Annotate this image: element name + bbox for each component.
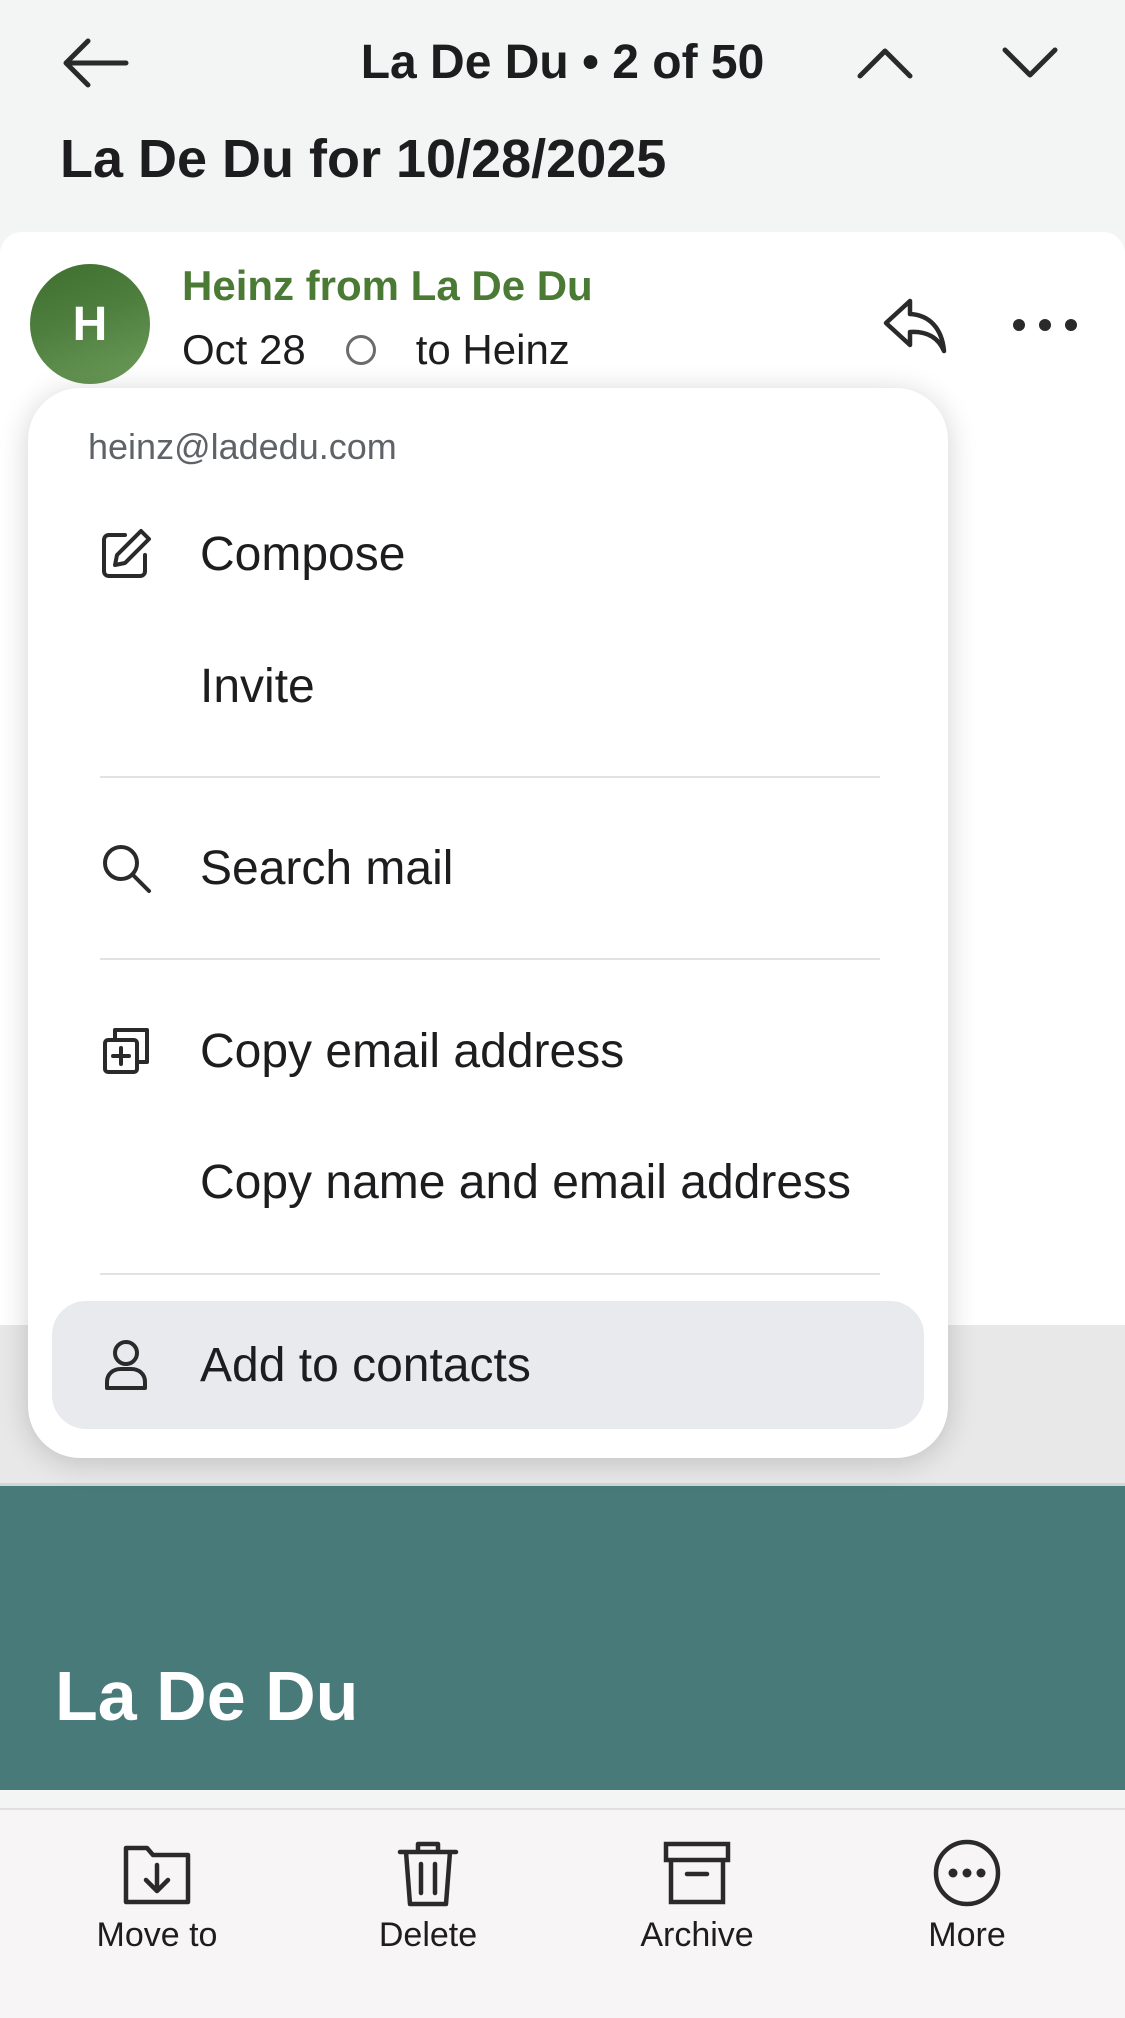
sender-context-menu: heinz@ladedu.com Compose Invite Search m…: [28, 388, 948, 1458]
menu-item-add-to-contacts[interactable]: Add to contacts: [52, 1301, 924, 1429]
copy-icon: [103, 1028, 149, 1074]
message-recipient[interactable]: to Heinz: [416, 326, 570, 374]
menu-divider: [100, 776, 880, 778]
delete-label: Delete: [378, 1916, 478, 1954]
banner-title: La De Du: [55, 1657, 359, 1735]
chevron-up-icon: [857, 48, 913, 79]
menu-item-search-mail[interactable]: Search mail: [52, 804, 924, 932]
more-label: More: [928, 1916, 1006, 1954]
next-message-button[interactable]: [990, 28, 1070, 98]
menu-divider: [100, 958, 880, 960]
bottom-toolbar: Move to Delete Archive More: [0, 1808, 1125, 2018]
avatar-initial: H: [72, 297, 108, 351]
move-to-folder-icon: [123, 1845, 191, 1905]
search-mail-label: Search mail: [200, 841, 454, 895]
reply-icon: [883, 298, 947, 354]
move-to-button[interactable]: Move to: [57, 1838, 257, 1998]
compose-icon-wrap: [52, 527, 200, 581]
delete-button[interactable]: Delete: [328, 1838, 528, 1998]
person-icon-wrap: [52, 1338, 200, 1392]
menu-item-copy-name-email[interactable]: Copy name and email address: [52, 1118, 924, 1246]
archive-label: Archive: [640, 1916, 754, 1954]
menu-item-compose[interactable]: Compose: [52, 490, 924, 618]
more-circle-icon: [933, 1839, 1001, 1907]
chevron-down-icon: [1002, 47, 1058, 78]
copy-email-label: Copy email address: [200, 1024, 625, 1078]
move-to-label: Move to: [96, 1916, 218, 1954]
reply-button[interactable]: [870, 285, 960, 365]
invite-label: Invite: [200, 659, 315, 713]
more-horizontal-icon: [1013, 319, 1077, 331]
sender-email-address: heinz@ladedu.com: [88, 426, 397, 467]
compose-icon: [102, 529, 151, 578]
copy-icon-wrap: [52, 1024, 200, 1078]
archive-box-icon: [663, 1841, 731, 1905]
email-view: La De Du • 2 of 50 La De Du for 10/28/20…: [0, 0, 1125, 2018]
person-icon: [105, 1340, 147, 1390]
thread-position-title: La De Du • 2 of 50: [360, 36, 765, 89]
archive-button[interactable]: Archive: [597, 1838, 797, 1998]
search-icon: [103, 845, 151, 893]
more-button[interactable]: More: [867, 1838, 1067, 1998]
menu-item-copy-email[interactable]: Copy email address: [52, 987, 924, 1115]
add-to-contacts-label: Add to contacts: [200, 1338, 531, 1392]
trash-icon: [397, 1841, 459, 1907]
previous-message-button[interactable]: [845, 28, 925, 98]
search-icon-wrap: [52, 841, 200, 895]
message-date: Oct 28: [182, 326, 306, 373]
compose-label: Compose: [200, 527, 406, 581]
status-circle-icon: [345, 335, 376, 365]
menu-item-invite[interactable]: Invite: [52, 622, 924, 750]
copy-name-email-label: Copy name and email address: [200, 1155, 852, 1209]
newsletter-banner: La De Du: [0, 1483, 1125, 1790]
message-more-button[interactable]: [1000, 285, 1090, 365]
menu-divider: [100, 1273, 880, 1275]
top-nav: La De Du • 2 of 50: [0, 0, 1125, 125]
message-meta: Oct 28 to Heinz: [182, 326, 570, 374]
sender-name[interactable]: Heinz from La De Du: [182, 262, 593, 310]
email-subject: La De Du for 10/28/2025: [60, 129, 667, 189]
sender-avatar[interactable]: H: [30, 264, 150, 384]
